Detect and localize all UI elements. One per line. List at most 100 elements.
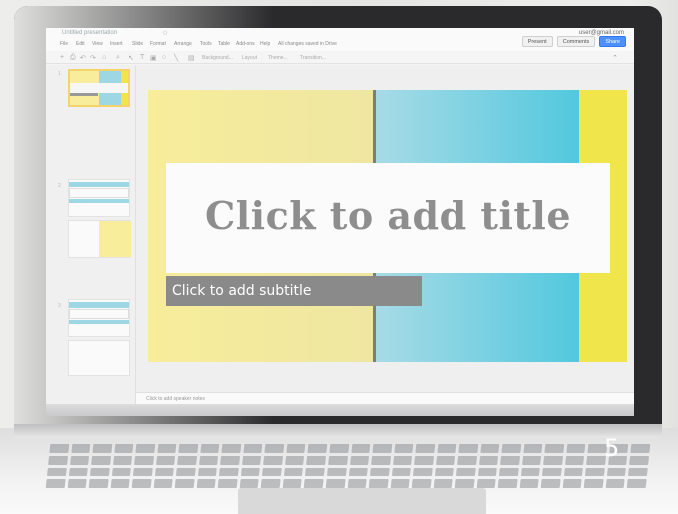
keyboard-key <box>454 479 475 488</box>
speaker-notes-placeholder[interactable]: Click to add speaker notes <box>146 396 205 402</box>
slide-canvas: Click to add title Click to add subtitle… <box>136 65 634 408</box>
keyboard-key <box>477 467 498 477</box>
keyboard-key <box>627 479 647 488</box>
keyboard-key <box>133 467 153 477</box>
keyboard-key <box>497 479 518 488</box>
slide-number-label: 1 <box>58 71 61 77</box>
keyboard-key <box>411 479 432 488</box>
keyboard-key <box>304 479 324 488</box>
print-icon[interactable]: ⎙ <box>70 54 76 62</box>
layout-button[interactable]: Layout <box>242 55 257 61</box>
keyboard-key <box>628 467 648 477</box>
slide-thumbnail-2[interactable] <box>68 179 130 217</box>
keyboard-key <box>155 455 176 465</box>
keyboard-key <box>456 467 476 477</box>
slide-thumbnail-4[interactable] <box>68 340 130 376</box>
text-box-icon[interactable]: T <box>140 54 144 61</box>
menu-format[interactable]: Format <box>150 41 166 47</box>
menu-add-ons[interactable]: Add-ons <box>236 41 255 47</box>
keyboard-key <box>414 455 434 465</box>
title-placeholder[interactable]: Click to add title <box>166 193 610 238</box>
keyboard-key <box>70 444 91 453</box>
keyboard-key <box>478 455 499 465</box>
keyboard-key <box>241 455 262 465</box>
background-button[interactable]: Background... <box>202 55 233 61</box>
current-slide[interactable]: Click to add title Click to add subtitle <box>148 90 627 362</box>
keyboard-key <box>92 444 112 453</box>
keyboard-key <box>542 467 562 477</box>
subtitle-placeholder[interactable]: Click to add subtitle <box>172 283 312 299</box>
chevron-up-icon[interactable]: ⌃ <box>612 54 618 62</box>
undo-icon[interactable]: ↶ <box>80 54 86 62</box>
keyboard-key <box>111 467 131 477</box>
add-slide-icon[interactable]: + <box>60 54 64 61</box>
toolbar: + ⎙ ↶ ↷ ⌂ ⌕ ↖ T ▣ ○ ╲ ▤ Background... La… <box>46 52 634 64</box>
select-icon[interactable]: ↖ <box>128 54 134 62</box>
keyboard-key <box>307 444 328 453</box>
present-button[interactable]: Present <box>521 36 553 47</box>
menu-table[interactable]: Table <box>218 41 230 47</box>
slide-thumbnail-3[interactable] <box>68 299 130 337</box>
comment-icon[interactable]: ▤ <box>188 54 195 62</box>
keyboard-key <box>348 467 368 477</box>
keyboard-key <box>349 455 370 465</box>
keyboard-key <box>347 479 367 488</box>
keyboard-key <box>563 467 584 477</box>
subtitle-placeholder-box[interactable]: Click to add subtitle <box>166 276 422 306</box>
keyboard-key <box>585 467 605 477</box>
keyboard-key <box>112 455 133 465</box>
keyboard-key <box>154 467 175 477</box>
keyboard <box>45 444 651 488</box>
transition-button[interactable]: Transition... <box>300 55 326 61</box>
slide-thumbnail-2b[interactable] <box>68 220 131 258</box>
keyboard-key <box>458 444 479 453</box>
keyboard-key <box>433 479 453 488</box>
keyboard-key <box>110 479 130 488</box>
save-status: All changes saved in Drive <box>278 41 337 47</box>
keyboard-key <box>177 455 197 465</box>
slide-thumbnail-1[interactable] <box>68 69 130 107</box>
share-button[interactable]: Share <box>599 36 626 47</box>
menu-tools[interactable]: Tools <box>200 41 212 47</box>
menu-help[interactable]: Help <box>260 41 270 47</box>
keyboard-key <box>605 479 626 488</box>
keyboard-key <box>519 479 539 488</box>
paint-format-icon[interactable]: ⌂ <box>102 54 106 61</box>
keyboard-key <box>326 467 347 477</box>
keyboard-key <box>134 455 154 465</box>
line-icon[interactable]: ╲ <box>174 54 178 62</box>
keyboard-key <box>174 479 195 488</box>
menu-view[interactable]: View <box>92 41 103 47</box>
document-title[interactable]: Untitled presentation <box>62 30 117 36</box>
overlay-slide-number: 5 <box>604 434 620 462</box>
comments-button[interactable]: Comments <box>556 36 596 47</box>
redo-icon[interactable]: ↷ <box>90 54 96 62</box>
menu-file[interactable]: File <box>60 41 68 47</box>
keyboard-key <box>541 479 561 488</box>
keyboard-key <box>415 444 435 453</box>
zoom-icon[interactable]: ⌕ <box>116 54 120 62</box>
keyboard-key <box>68 467 88 477</box>
keyboard-key <box>606 467 627 477</box>
theme-button[interactable]: Theme... <box>268 55 288 61</box>
star-icon[interactable]: ☆ <box>162 29 168 37</box>
menu-slide[interactable]: Slide <box>132 41 143 47</box>
menu-edit[interactable]: Edit <box>76 41 85 47</box>
keyboard-key <box>157 444 177 453</box>
keyboard-key <box>305 467 325 477</box>
keyboard-key <box>523 444 543 453</box>
image-icon[interactable]: ▣ <box>150 54 157 62</box>
keyboard-key <box>391 467 411 477</box>
title-placeholder-box[interactable]: Click to add title <box>166 163 610 273</box>
keyboard-key <box>520 467 541 477</box>
keyboard-key <box>135 444 155 453</box>
shape-icon[interactable]: ○ <box>162 54 166 61</box>
laptop-hinge <box>14 424 662 438</box>
screen-bezel-bottom <box>46 404 634 416</box>
menu-arrange[interactable]: Arrange <box>174 41 192 47</box>
keyboard-key <box>198 455 219 465</box>
menu-insert[interactable]: Insert <box>110 41 123 47</box>
keyboard-key <box>220 455 240 465</box>
keyboard-key <box>221 444 242 453</box>
keyboard-key <box>325 479 346 488</box>
